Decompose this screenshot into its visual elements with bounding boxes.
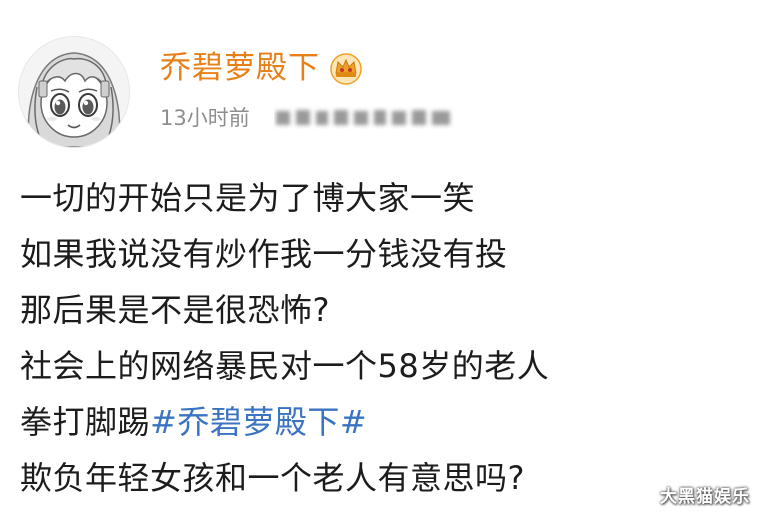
post-text: 如果我说没有炒作我一分钱没有投: [20, 235, 508, 273]
post-body: 一切的开始只是为了博大家一笑 如果我说没有炒作我一分钱没有投 那后果是不是很恐怖…: [20, 170, 740, 506]
crown-icon[interactable]: [328, 51, 364, 85]
post-text: 欺负年轻女孩和一个老人有意思吗?: [20, 459, 525, 497]
post-text: 那后果是不是很恐怖?: [20, 291, 330, 329]
post-meta: 13小时前: [160, 100, 456, 134]
post-line-3: 那后果是不是很恐怖?: [20, 282, 740, 338]
post-text: 一切的开始只是为了博大家一笑: [20, 179, 476, 217]
blurred-source-label: [274, 105, 456, 129]
post-line-6: 欺负年轻女孩和一个老人有意思吗?: [20, 450, 740, 506]
timestamp: 13小时前: [160, 106, 250, 130]
watermark: 大黑猫娱乐: [660, 487, 750, 507]
hashtag-link[interactable]: #乔碧萝殿下#: [150, 403, 367, 441]
post-line-5: 拳打脚踢#乔碧萝殿下#: [20, 394, 740, 450]
post-line-4: 社会上的网络暴民对一个58岁的老人: [20, 338, 740, 394]
post-text: 社会上的网络暴民对一个58岁的老人: [20, 347, 550, 385]
avatar[interactable]: [18, 36, 130, 148]
username-link[interactable]: 乔碧萝殿下: [160, 48, 320, 88]
post-line-1: 一切的开始只是为了博大家一笑: [20, 170, 740, 226]
anime-girl-avatar-icon: [19, 37, 129, 147]
post-line-2: 如果我说没有炒作我一分钱没有投: [20, 226, 740, 282]
post-text: 拳打脚踢: [20, 403, 151, 441]
author-row: 乔碧萝殿下: [160, 46, 364, 90]
